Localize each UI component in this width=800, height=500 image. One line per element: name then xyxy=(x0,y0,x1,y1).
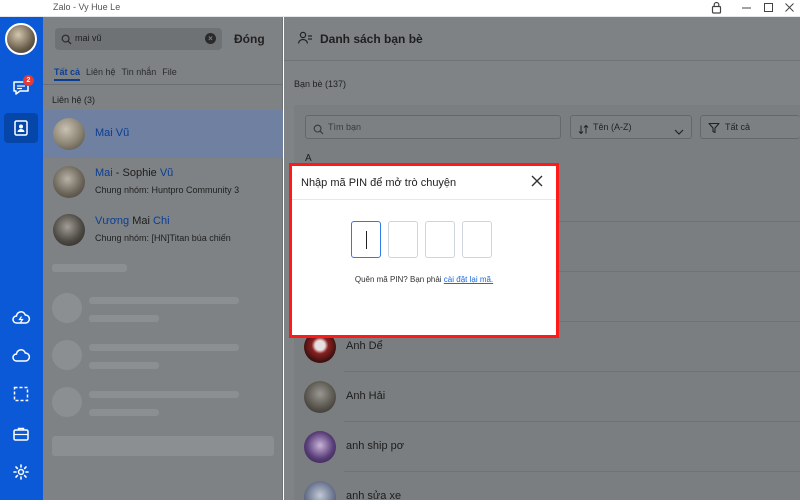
tabs-divider xyxy=(43,84,283,85)
loading-skeleton xyxy=(89,409,159,416)
contacts-icon xyxy=(14,120,28,136)
pin-digit-input[interactable] xyxy=(388,221,418,258)
close-search-button[interactable]: Đóng xyxy=(234,32,265,46)
clear-search-icon[interactable]: × xyxy=(205,33,216,44)
search-value: mai vũ xyxy=(75,33,102,43)
tab-files[interactable]: File xyxy=(162,67,177,81)
friend-avatar xyxy=(304,381,336,413)
friend-search-input[interactable]: Tìm bạn xyxy=(305,115,561,139)
minimize-icon[interactable] xyxy=(741,1,752,18)
contact-avatar xyxy=(53,166,85,198)
friends-count: Bạn bè (137) xyxy=(294,79,347,89)
loading-skeleton xyxy=(52,387,82,417)
tab-contacts[interactable]: Liên hệ xyxy=(86,67,116,81)
friend-search-placeholder: Tìm bạn xyxy=(328,122,362,132)
cloud-sync-icon xyxy=(12,311,31,324)
search-icon xyxy=(61,32,72,50)
friend-name: Anh Dể xyxy=(346,340,383,352)
contact-subtitle: Chung nhóm: [HN]Titan búa chiến xyxy=(95,233,231,243)
friend-list-item[interactable]: anh sửa xe xyxy=(294,475,800,500)
contact-name: Mai Vũ xyxy=(95,127,130,139)
title-bar: Zalo - Vy Hue Le xyxy=(0,0,800,17)
friends-header: Danh sách bạn bè xyxy=(284,17,800,61)
tab-all[interactable]: Tất cả xyxy=(54,67,81,81)
loading-skeleton xyxy=(52,293,82,323)
nav-screenshot[interactable] xyxy=(4,379,38,409)
loading-skeleton xyxy=(89,297,239,304)
loading-skeleton xyxy=(52,264,127,272)
filter-select[interactable]: Tất cả xyxy=(700,115,800,139)
search-results-panel: mai vũ × Đóng Tất cả Liên hệ Tin nhắn Fi… xyxy=(43,17,283,500)
nav-cloud[interactable] xyxy=(4,341,38,371)
pin-dialog: Nhập mã PIN để mở trò chuyện Quên mã PIN… xyxy=(292,166,556,335)
filter-icon xyxy=(708,121,720,139)
contact-name: Mai - Sophie Vũ xyxy=(95,167,174,179)
nav-cloud-sync[interactable] xyxy=(4,303,38,333)
messages-badge: 2 xyxy=(23,75,34,86)
contact-result-item[interactable]: Vương Mai Chi Chung nhóm: [HN]Titan búa … xyxy=(43,206,283,254)
close-icon[interactable] xyxy=(784,1,795,18)
user-list-icon xyxy=(297,30,313,51)
friend-name: Anh Hải xyxy=(346,390,386,402)
maximize-icon[interactable] xyxy=(763,1,774,18)
row-divider xyxy=(344,371,800,372)
search-input[interactable]: mai vũ × xyxy=(55,28,222,50)
chevron-down-icon xyxy=(674,123,684,141)
nav-messages[interactable]: 2 xyxy=(4,73,38,103)
nav-settings[interactable] xyxy=(4,457,38,487)
lock-icon[interactable] xyxy=(711,1,722,18)
sort-select[interactable]: Tên (A-Z) xyxy=(570,115,692,139)
contact-avatar xyxy=(53,214,85,246)
search-icon xyxy=(313,122,324,140)
contact-subtitle: Chung nhóm: Huntpro Community 3 xyxy=(95,185,240,195)
pin-digit-input[interactable] xyxy=(351,221,381,258)
friend-avatar xyxy=(304,481,336,500)
row-divider xyxy=(344,421,800,422)
nav-contacts[interactable] xyxy=(4,113,38,143)
loading-skeleton xyxy=(89,315,159,322)
close-icon[interactable] xyxy=(530,174,544,193)
loading-skeleton xyxy=(52,436,274,456)
friend-list-item[interactable]: anh ship pơ xyxy=(294,425,800,471)
friend-name: anh ship pơ xyxy=(346,440,404,452)
contact-result-item[interactable]: Mai Vũ xyxy=(43,110,283,158)
sort-value: Tên (A-Z) xyxy=(593,122,632,132)
briefcase-icon xyxy=(13,427,29,441)
pin-digit-input[interactable] xyxy=(425,221,455,258)
dialog-title: Nhập mã PIN để mở trò chuyện xyxy=(301,177,457,189)
tab-messages[interactable]: Tin nhắn xyxy=(122,67,157,81)
filter-value: Tất cả xyxy=(725,122,751,132)
nav-toolbox[interactable] xyxy=(4,419,38,449)
loading-skeleton xyxy=(89,344,239,351)
gear-icon xyxy=(13,464,29,480)
search-tabs: Tất cả Liên hệ Tin nhắn File xyxy=(54,67,177,81)
pin-digit-input[interactable] xyxy=(462,221,492,258)
cloud-icon xyxy=(12,349,31,362)
text-caret xyxy=(366,231,367,249)
friend-avatar xyxy=(304,431,336,463)
left-navigation-rail: 2 xyxy=(0,17,43,500)
contact-name: Vương Mai Chi xyxy=(95,215,170,227)
page-title: Danh sách bạn bè xyxy=(320,32,423,46)
user-avatar[interactable] xyxy=(5,23,37,55)
loading-skeleton xyxy=(89,362,159,369)
loading-skeleton xyxy=(52,340,82,370)
row-divider xyxy=(344,471,800,472)
dialog-divider xyxy=(292,199,556,200)
forgot-pin-hint: Quên mã PIN? Bạn phải cài đặt lại mã. xyxy=(354,275,494,284)
window-title: Zalo - Vy Hue Le xyxy=(53,2,121,12)
contact-result-item[interactable]: Mai - Sophie Vũ Chung nhóm: Huntpro Comm… xyxy=(43,158,283,206)
friend-name: anh sửa xe xyxy=(346,490,402,500)
contacts-section-label: Liên hệ (3) xyxy=(52,95,96,105)
friend-list-item[interactable]: Anh Hải xyxy=(294,375,800,421)
screenshot-icon xyxy=(13,386,29,402)
loading-skeleton xyxy=(89,391,239,398)
contact-avatar xyxy=(53,118,85,150)
reset-pin-link[interactable]: cài đặt lại mã. xyxy=(444,275,493,284)
sort-icon xyxy=(578,122,589,140)
